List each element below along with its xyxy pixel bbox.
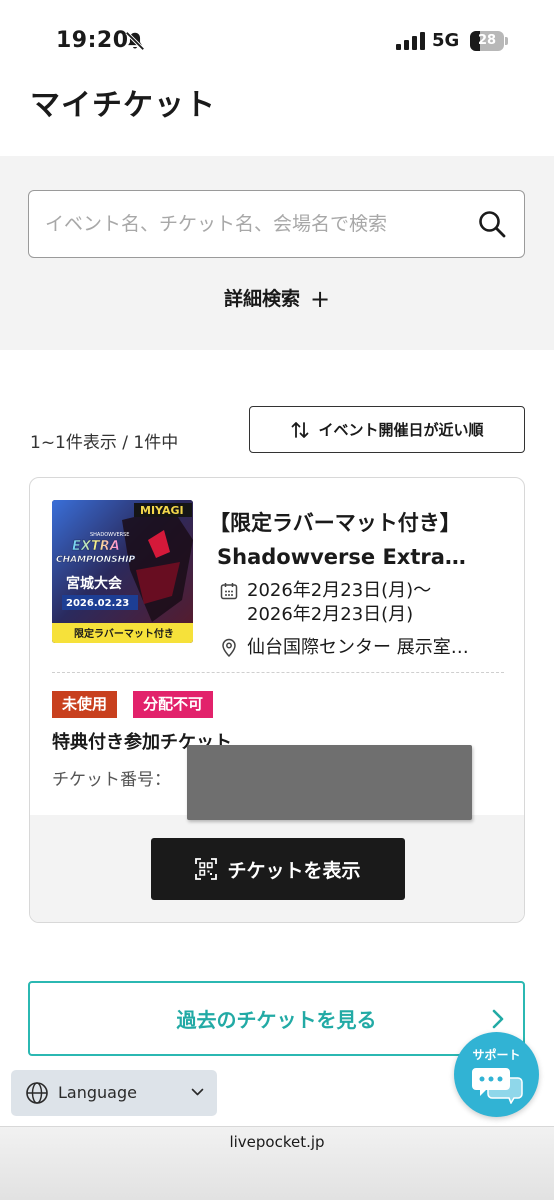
image-event-text: 宮城大会 — [66, 575, 123, 592]
image-championship-text: CHAMPIONSHIP — [56, 555, 136, 565]
past-tickets-label: 過去のチケットを見る — [176, 1008, 377, 1032]
status-badge-unused: 未使用 — [52, 691, 118, 718]
image-banner-text: 限定ラバーマット付き — [74, 627, 174, 640]
redaction-box — [187, 745, 472, 820]
event-image: MIYAGI SHADOWVERSE EXTRA CHAMPIONSHIP 宮城… — [52, 500, 193, 643]
search-input[interactable] — [45, 191, 465, 257]
qr-code-icon — [195, 858, 218, 880]
support-label: サポート — [472, 1048, 521, 1062]
image-date-text: 2026.02.23 — [66, 598, 129, 609]
event-venue-text: 仙台国際センター 展示室… — [247, 637, 469, 658]
browser-url[interactable]: livepocket.jp — [0, 1133, 554, 1151]
past-tickets-button[interactable]: 過去のチケットを見る — [28, 981, 525, 1056]
chevron-right-icon — [492, 1009, 504, 1029]
result-count: 1~1件表示 / 1件中 — [30, 433, 179, 453]
event-date-end: 2026年2月23日(月) — [247, 604, 414, 625]
event-title-line2: Shadowverse Extra… — [217, 545, 466, 569]
advanced-search-label: 詳細検索 — [223, 288, 300, 310]
signal-icon — [396, 32, 425, 50]
ticket-card[interactable]: MIYAGI SHADOWVERSE EXTRA CHAMPIONSHIP 宮城… — [29, 477, 525, 923]
show-ticket-button[interactable]: チケットを表示 — [151, 838, 405, 900]
battery-level-text: 28 — [477, 33, 497, 48]
bell-slash-icon — [125, 31, 145, 51]
show-ticket-label: チケットを表示 — [227, 859, 361, 882]
advanced-search-toggle[interactable]: 詳細検索 + — [0, 284, 554, 313]
image-extra-text: EXTRA — [72, 539, 120, 554]
status-badge-nontransferable: 分配不可 — [133, 691, 214, 718]
event-title[interactable]: 【限定ラバーマット付き】 Shadowverse Extra… — [209, 506, 507, 574]
event-date-start: 2026年2月23日(月)〜 — [247, 580, 432, 601]
card-divider — [52, 672, 504, 673]
search-section: 詳細検索 + — [0, 156, 554, 350]
language-label: Language — [58, 1083, 137, 1102]
ticket-number-label: チケット番号： — [52, 770, 171, 790]
event-title-line1: 【限定ラバーマット付き】 — [209, 511, 461, 535]
event-date-text: 2026年2月23日(月)〜 2026年2月23日(月) — [247, 579, 431, 627]
browser-address-bar: livepocket.jp — [0, 1126, 554, 1200]
location-pin-icon — [222, 638, 236, 658]
page-title: マイチケット — [30, 88, 216, 123]
battery-icon: 28 — [470, 31, 508, 51]
chat-bubble-icon — [472, 1068, 523, 1104]
support-button[interactable]: サポート — [454, 1032, 539, 1117]
sort-label: イベント開催日が近い順 — [318, 421, 484, 439]
image-region-text: MIYAGI — [140, 504, 184, 517]
plus-icon: + — [309, 285, 331, 313]
sort-button[interactable]: イベント開催日が近い順 — [249, 406, 525, 453]
status-bar: 19:20 5G 28 — [0, 0, 554, 72]
network-label: 5G — [432, 30, 460, 51]
status-time: 19:20 — [56, 28, 129, 53]
search-box — [28, 190, 525, 258]
chevron-down-icon — [191, 1088, 204, 1096]
globe-icon — [26, 1082, 48, 1104]
calendar-icon — [220, 583, 238, 600]
search-icon[interactable] — [477, 209, 507, 239]
image-brand-text: SHADOWVERSE — [90, 532, 129, 538]
language-select[interactable]: Language — [11, 1070, 217, 1116]
sort-arrows-icon — [292, 421, 309, 438]
